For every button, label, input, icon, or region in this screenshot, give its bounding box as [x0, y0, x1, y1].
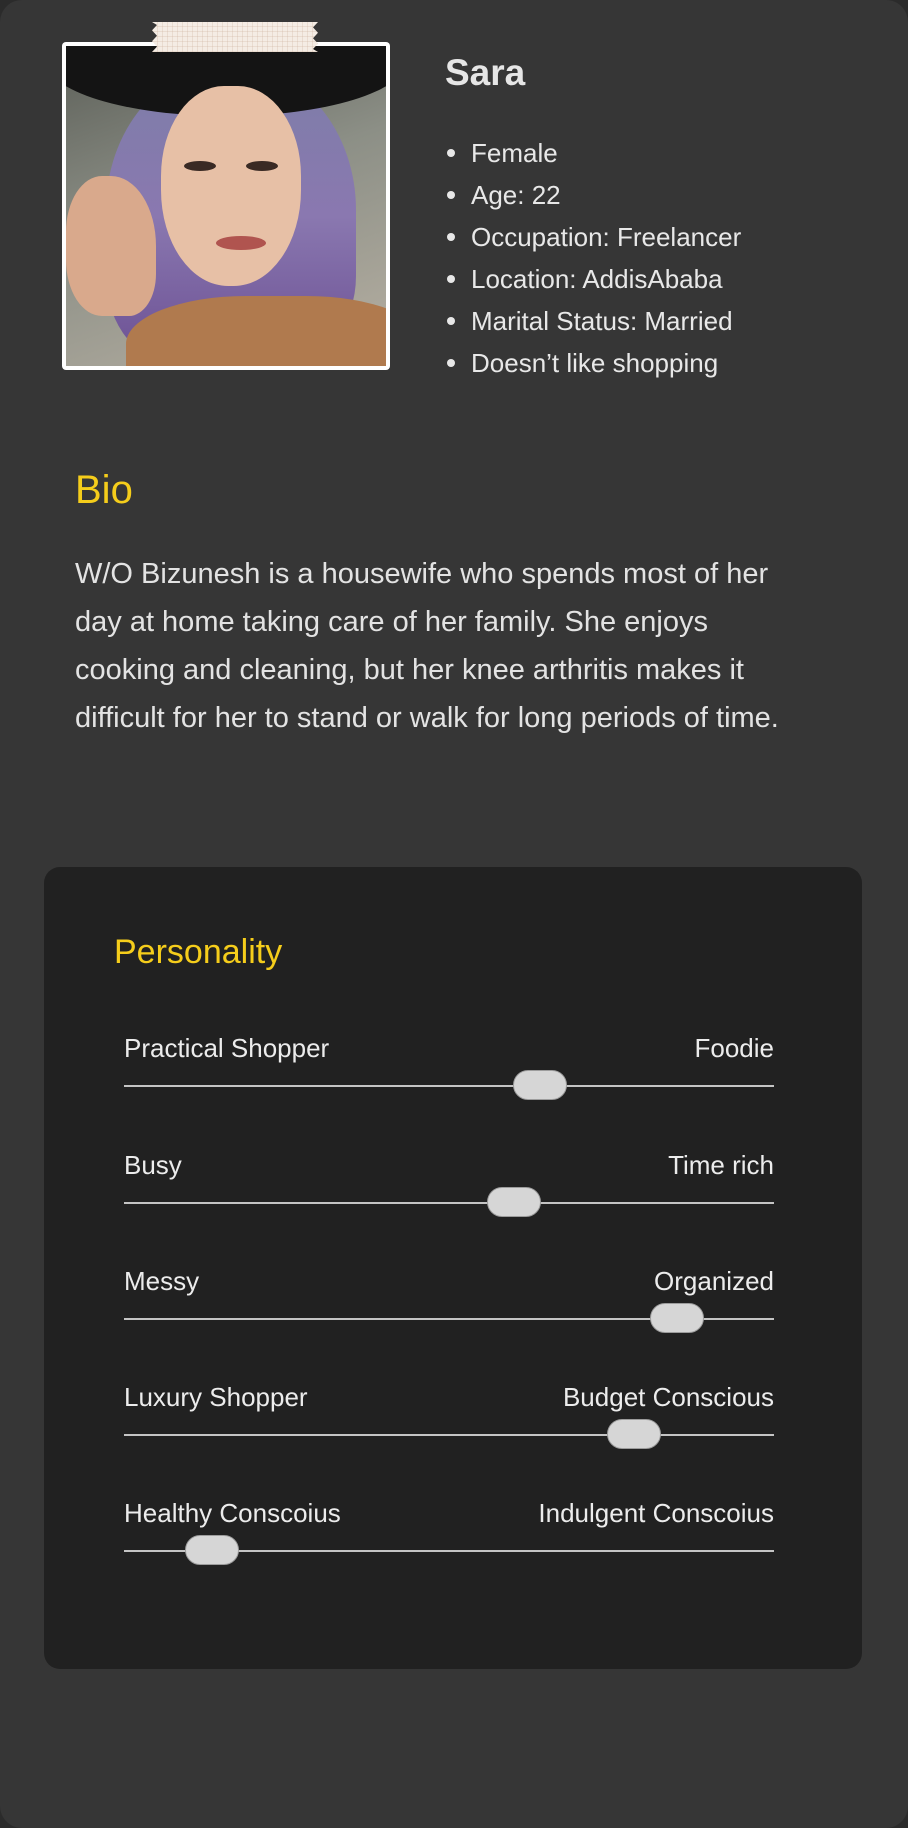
slider-right-label: Time rich [668, 1150, 774, 1180]
slider-left-label: Practical Shopper [124, 1033, 330, 1063]
fact-gender: Female [445, 132, 741, 174]
tape-decoration [152, 22, 318, 52]
fact-marital-status: Marital Status: Married [445, 300, 741, 342]
slider-right-label: Organized [654, 1266, 774, 1296]
persona-card: Sara Female Age: 22 Occupation: Freelanc… [0, 0, 908, 1828]
slider-track[interactable] [124, 1085, 774, 1087]
slider-right-label: Budget Conscious [562, 1382, 774, 1412]
slider-right-label: Foodie [694, 1033, 775, 1063]
slider-track[interactable] [124, 1434, 774, 1436]
slider-practical-foodie: Practical Shopper Foodie [124, 1033, 774, 1103]
slider-healthy-indulgent: Healthy Conscoius Indulgent Conscoius [124, 1498, 774, 1568]
slider-messy-organized: Messy Organized [124, 1266, 774, 1336]
slider-thumb[interactable] [649, 1303, 704, 1333]
profile-photo-frame [62, 42, 390, 370]
slider-left-label: Luxury Shopper [124, 1382, 308, 1412]
slider-left-label: Messy [124, 1266, 200, 1296]
profile-photo [66, 46, 386, 366]
slider-thumb[interactable] [607, 1419, 662, 1449]
slider-right-label: Indulgent Conscoius [538, 1498, 774, 1528]
slider-luxury-budget: Luxury Shopper Budget Conscious [124, 1382, 774, 1452]
fact-age: Age: 22 [445, 174, 741, 216]
fact-shopping: Doesn’t like shopping [445, 342, 741, 384]
personality-heading: Personality [114, 933, 283, 971]
slider-left-label: Busy [124, 1150, 182, 1180]
persona-name: Sara [445, 52, 526, 93]
slider-thumb[interactable] [513, 1070, 567, 1100]
fact-occupation: Occupation: Freelancer [445, 216, 741, 258]
fact-location: Location: AddisAbaba [445, 258, 741, 300]
slider-busy-timerich: Busy Time rich [124, 1150, 774, 1220]
slider-left-label: Healthy Conscoius [124, 1498, 341, 1528]
slider-thumb[interactable] [487, 1187, 541, 1217]
personality-panel: Personality Practical Shopper Foodie Bus… [44, 867, 862, 1669]
slider-track[interactable] [124, 1202, 774, 1204]
bio-heading: Bio [75, 468, 133, 512]
persona-facts-list: Female Age: 22 Occupation: Freelancer Lo… [445, 132, 741, 384]
bio-text: W/O Bizunesh is a housewife who spends m… [75, 558, 779, 734]
slider-thumb[interactable] [184, 1535, 239, 1565]
